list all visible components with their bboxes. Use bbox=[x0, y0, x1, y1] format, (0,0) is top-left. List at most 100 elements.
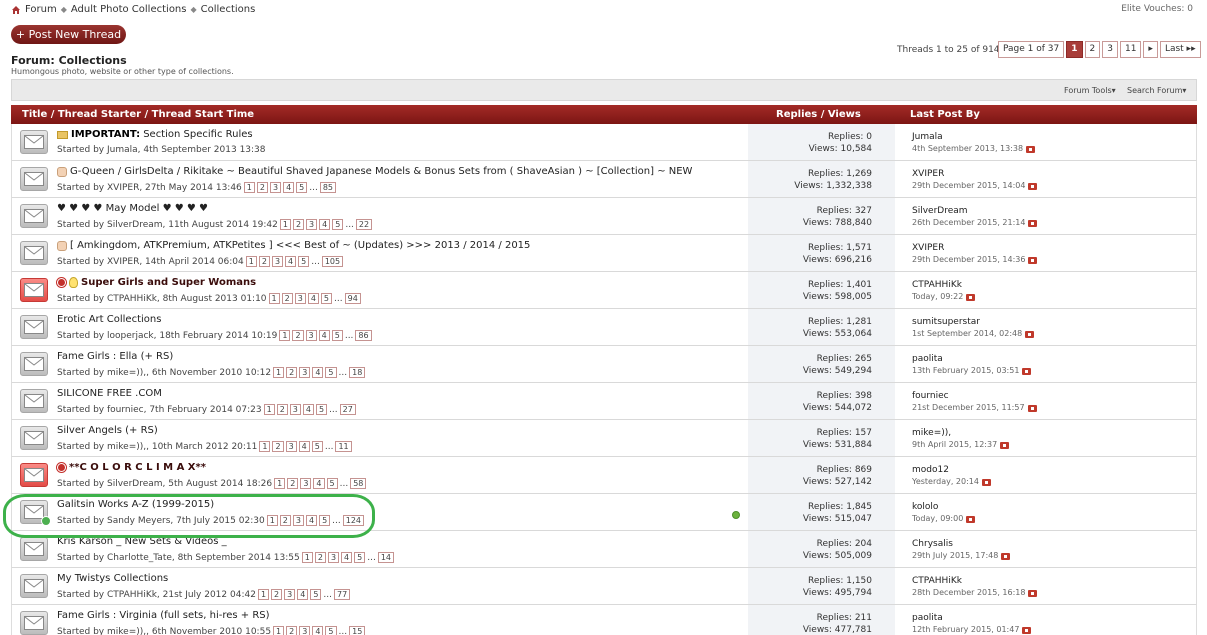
thread-page-link[interactable]: 1 bbox=[245, 256, 257, 267]
thread-page-link[interactable]: 2 bbox=[287, 478, 299, 489]
thread-page-link[interactable]: 1 bbox=[279, 219, 291, 230]
thread-starter[interactable]: Started by CTPAHHiKk, 21st July 2012 04:… bbox=[57, 590, 256, 600]
thread-page-link[interactable]: 2 bbox=[281, 293, 293, 304]
thread-row[interactable]: **C O L O R C L I M A X** Started by Silv… bbox=[11, 457, 1197, 494]
thread-page-link[interactable]: 3 bbox=[299, 626, 311, 635]
thread-page-link[interactable]: 3 bbox=[285, 441, 297, 452]
replies-count[interactable]: Replies: 0 bbox=[809, 131, 872, 143]
thread-title-link[interactable]: SILICONE FREE .COM bbox=[57, 388, 162, 399]
thread-page-link[interactable]: 3 bbox=[306, 219, 318, 230]
thread-page-link[interactable]: 1 bbox=[263, 404, 275, 415]
thread-page-link[interactable]: 4 bbox=[285, 256, 297, 267]
last-post-user[interactable]: Chrysalis bbox=[912, 538, 1010, 550]
thread-page-link[interactable]: 5 bbox=[298, 256, 310, 267]
thread-starter[interactable]: Started by CTPAHHiKk, 8th August 2013 01… bbox=[57, 294, 267, 304]
thread-status-envelope-icon[interactable] bbox=[20, 130, 48, 154]
thread-page-link[interactable]: 2 bbox=[276, 404, 288, 415]
thread-status-envelope-icon[interactable] bbox=[20, 574, 48, 598]
thread-title-link[interactable]: G-Queen / GirlsDelta / Rikitake ~ Beauti… bbox=[70, 166, 692, 177]
thread-page-link[interactable]: 5 bbox=[331, 330, 343, 341]
thread-page-link[interactable]: 2 bbox=[258, 256, 270, 267]
thread-title-link[interactable]: **C O L O R C L I M A X** bbox=[69, 462, 206, 473]
replies-count[interactable]: Replies: 398 bbox=[803, 390, 872, 402]
replies-count[interactable]: Replies: 1,281 bbox=[803, 316, 872, 328]
thread-page-link[interactable]: 5 bbox=[320, 293, 333, 304]
thread-title-link[interactable]: Super Girls and Super Womans bbox=[81, 277, 256, 288]
thread-page-link[interactable]: 3 bbox=[294, 293, 306, 304]
thread-page-link[interactable]: 4 bbox=[302, 404, 314, 415]
go-to-last-post-icon[interactable] bbox=[1025, 330, 1035, 338]
go-to-last-post-icon[interactable] bbox=[981, 478, 991, 486]
thread-starter[interactable]: Started by mike=)),, 10th March 2012 20:… bbox=[57, 442, 257, 452]
thread-status-envelope-icon[interactable] bbox=[20, 241, 48, 265]
thread-row[interactable]: Erotic Art Collections Started by looperj… bbox=[11, 309, 1197, 346]
thread-page-link[interactable]: 5 bbox=[310, 589, 322, 600]
last-post-user[interactable]: kololo bbox=[912, 501, 975, 513]
thread-last-page-link[interactable]: 85 bbox=[319, 182, 337, 193]
thread-last-page-link[interactable]: 22 bbox=[355, 219, 373, 230]
thread-page-link[interactable]: 2 bbox=[256, 182, 268, 193]
thread-title-link[interactable]: Galitsin Works A-Z (1999-2015) bbox=[57, 499, 214, 510]
thread-row[interactable]: Fame Girls : Virginia (full sets, hi-res… bbox=[11, 605, 1197, 635]
replies-count[interactable]: Replies: 1,571 bbox=[803, 242, 872, 254]
thread-page-link[interactable]: 1 bbox=[279, 330, 291, 341]
thread-row[interactable]: Galitsin Works A-Z (1999-2015) Started by… bbox=[11, 494, 1197, 531]
thread-page-link[interactable]: 1 bbox=[274, 478, 286, 489]
last-post-user[interactable]: Jumala bbox=[912, 131, 1035, 143]
thread-page-link[interactable]: 3 bbox=[305, 330, 317, 341]
thread-page-link[interactable]: 3 bbox=[299, 367, 311, 378]
thread-starter[interactable]: Started by mike=)),, 6th November 2010 1… bbox=[57, 627, 271, 635]
thread-page-link[interactable]: 4 bbox=[312, 626, 324, 635]
thread-starter[interactable]: Started by XVIPER, 27th May 2014 13:46 bbox=[57, 183, 242, 193]
thread-status-envelope-icon[interactable] bbox=[20, 389, 48, 413]
go-to-last-post-icon[interactable] bbox=[1027, 404, 1037, 412]
last-post-user[interactable]: paolita bbox=[912, 353, 1031, 365]
thread-last-page-link[interactable]: 105 bbox=[321, 256, 344, 267]
thread-page-link[interactable]: 5 bbox=[326, 478, 338, 489]
thread-starter[interactable]: Started by mike=)),, 6th November 2010 1… bbox=[57, 368, 271, 378]
thread-title-link[interactable]: Fame Girls : Ella (+ RS) bbox=[57, 351, 173, 362]
thread-page-link[interactable]: 4 bbox=[283, 182, 295, 193]
search-forum-menu[interactable]: Search Forum▾ bbox=[1127, 86, 1186, 95]
replies-count[interactable]: Replies: 1,401 bbox=[803, 279, 872, 291]
thread-page-link[interactable]: 5 bbox=[325, 626, 337, 635]
thread-page-link[interactable]: 4 bbox=[319, 219, 331, 230]
go-to-last-post-icon[interactable] bbox=[1000, 441, 1010, 449]
thread-page-link[interactable]: 1 bbox=[268, 293, 280, 304]
elite-vouches[interactable]: Elite Vouches: 0 bbox=[1121, 4, 1193, 14]
go-to-last-post-icon[interactable] bbox=[1026, 145, 1036, 153]
last-post-user[interactable]: SilverDream bbox=[912, 205, 1037, 217]
go-to-last-post-icon[interactable] bbox=[1022, 626, 1032, 634]
thread-page-link[interactable]: 5 bbox=[354, 552, 366, 563]
thread-page-link[interactable]: 4 bbox=[297, 589, 309, 600]
thread-title-link[interactable]: Section Specific Rules bbox=[143, 129, 252, 140]
thread-page-link[interactable]: 4 bbox=[313, 478, 325, 489]
thread-page-link[interactable]: 3 bbox=[292, 515, 304, 526]
thread-page-link[interactable]: 3 bbox=[284, 589, 296, 600]
thread-page-link[interactable]: 2 bbox=[272, 441, 284, 452]
thread-status-envelope-icon[interactable] bbox=[20, 204, 48, 228]
replies-count[interactable]: Replies: 204 bbox=[803, 538, 872, 550]
replies-count[interactable]: Replies: 1,845 bbox=[803, 501, 872, 513]
page-selector[interactable]: Page 1 of 37 bbox=[998, 41, 1065, 58]
thread-page-link[interactable]: 5 bbox=[332, 219, 344, 230]
thread-title-link[interactable]: Silver Angels (+ RS) bbox=[57, 425, 158, 436]
last-post-user[interactable]: fourniec bbox=[912, 390, 1037, 402]
thread-status-envelope-icon[interactable] bbox=[20, 352, 48, 376]
thread-page-link[interactable]: 2 bbox=[286, 626, 298, 635]
thread-page-link[interactable]: 4 bbox=[318, 330, 330, 341]
replies-count[interactable]: Replies: 869 bbox=[803, 464, 872, 476]
thread-page-link[interactable]: 1 bbox=[259, 441, 271, 452]
next-page-button[interactable]: ▸ bbox=[1143, 41, 1158, 58]
page-2[interactable]: 2 bbox=[1084, 41, 1101, 58]
thread-page-link[interactable]: 4 bbox=[305, 515, 318, 526]
thread-page-link[interactable]: 5 bbox=[311, 441, 323, 452]
thread-page-link[interactable]: 3 bbox=[269, 182, 282, 193]
thread-page-link[interactable]: 5 bbox=[315, 404, 328, 415]
thread-row[interactable]: G-Queen / GirlsDelta / Rikitake ~ Beauti… bbox=[11, 161, 1197, 198]
thread-page-link[interactable]: 4 bbox=[312, 367, 324, 378]
thread-page-link[interactable]: 3 bbox=[271, 256, 284, 267]
thread-page-link[interactable]: 5 bbox=[325, 367, 337, 378]
thread-page-link[interactable]: 1 bbox=[273, 626, 285, 635]
thread-row[interactable]: My Twistys Collections Started by CTPAHHi… bbox=[11, 568, 1197, 605]
